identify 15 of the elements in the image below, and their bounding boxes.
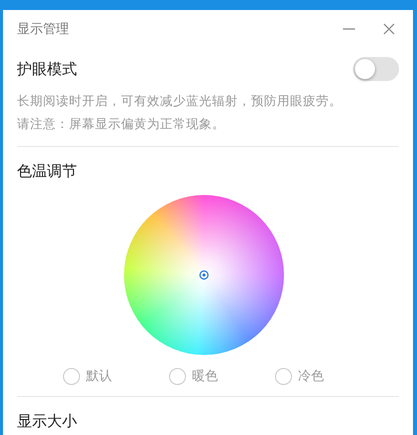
radio-label[interactable]: 默认 (86, 367, 112, 385)
section-title: 色温调节 (17, 162, 77, 181)
description-text: 长期阅读时开启，可有效减少蓝光辐射，预防用眼疲劳。 (17, 92, 343, 110)
close-icon[interactable] (382, 22, 396, 36)
picker-marker-icon[interactable] (199, 270, 209, 280)
section-title: 护眼模式 (17, 60, 77, 78)
section-title: 显示大小 (17, 412, 77, 431)
description-text: 请注意：屏幕显示偏黄为正常现象。 (17, 115, 226, 133)
radio-label[interactable]: 暖色 (192, 367, 218, 385)
radio-label[interactable]: 冷色 (298, 367, 324, 385)
toggle-switch[interactable] (353, 57, 399, 81)
window-title: 显示管理 (17, 20, 69, 38)
radio-button[interactable] (275, 368, 292, 384)
radio-button[interactable] (169, 368, 186, 384)
radio-button[interactable] (63, 368, 80, 384)
